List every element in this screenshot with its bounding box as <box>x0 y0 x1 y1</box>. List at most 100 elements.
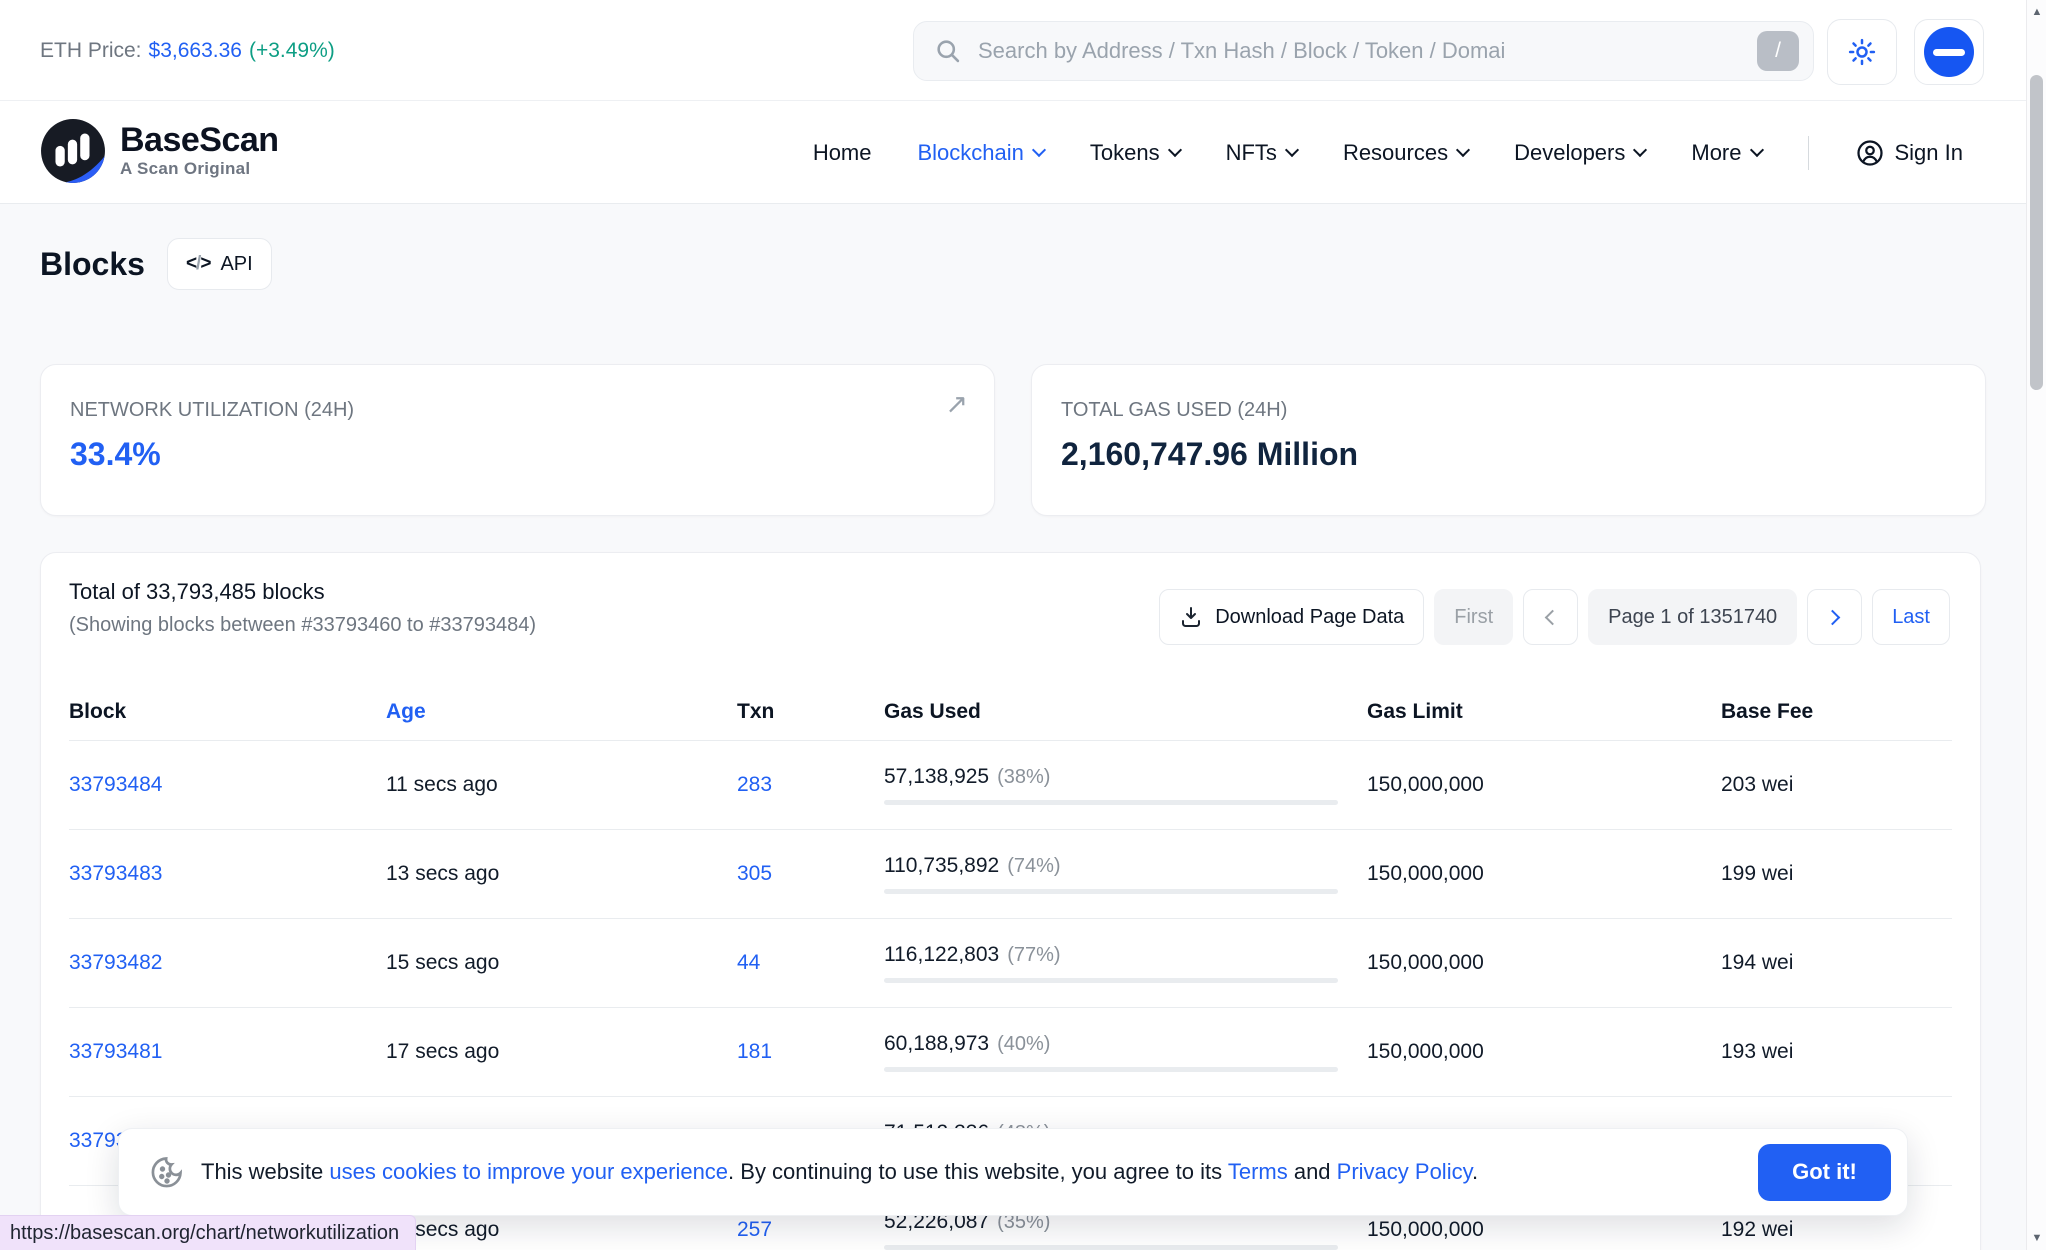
chevron-down-icon <box>1168 143 1182 157</box>
main-nav: BaseScan A Scan Original Home Blockchain… <box>0 101 2046 204</box>
next-page-button[interactable] <box>1807 589 1862 645</box>
base-fee-cell: 194 wei <box>1721 951 1952 975</box>
header-age[interactable]: Age <box>386 700 737 724</box>
gas-limit-cell: 150,000,000 <box>1367 1218 1721 1242</box>
eth-price-value[interactable]: $3,663.36 <box>149 39 242 63</box>
age-cell: 21 secs ago <box>386 1218 737 1242</box>
txn-count-link[interactable]: 181 <box>737 1040 772 1063</box>
base-logo-icon <box>1924 27 1974 77</box>
cookie-consent-banner: This website uses cookies to improve you… <box>118 1128 1908 1216</box>
gas-used-cell: 52,226,087(35%) <box>884 1210 1367 1250</box>
stat-label: NETWORK UTILIZATION (24H) <box>70 399 966 422</box>
base-fee-cell: 203 wei <box>1721 773 1952 797</box>
cookies-info-link[interactable]: uses cookies to improve your experience <box>329 1159 728 1184</box>
download-icon <box>1179 605 1203 629</box>
header-txn: Txn <box>737 700 884 724</box>
age-cell: 17 secs ago <box>386 1040 737 1064</box>
chevron-right-icon <box>1825 609 1841 625</box>
nav-item-home[interactable]: Home <box>813 140 872 166</box>
table-row: 33793483 13 secs ago 305 110,735,892(74%… <box>69 830 1952 919</box>
last-page-button[interactable]: Last <box>1872 589 1950 645</box>
block-link[interactable]: 33793481 <box>69 1040 162 1063</box>
vertical-scrollbar[interactable]: ▲ ▼ <box>2026 0 2046 1250</box>
nav-item-tokens[interactable]: Tokens <box>1090 140 1180 166</box>
pagination-controls: Download Page Data First Page 1 of 13517… <box>1159 589 1950 645</box>
block-link[interactable]: 33793482 <box>69 951 162 974</box>
gas-used-bar <box>884 889 1338 894</box>
nav-divider <box>1808 136 1809 170</box>
gas-used-cell: 116,122,803(77%) <box>884 943 1367 983</box>
table-header-row: Block Age Txn Gas Used Gas Limit Base Fe… <box>69 683 1952 741</box>
chevron-left-icon <box>1545 609 1561 625</box>
block-link[interactable]: 33793483 <box>69 862 162 885</box>
gas-used-cell: 60,188,973(40%) <box>884 1032 1367 1072</box>
nav-items: Home Blockchain Tokens NFTs Resources De… <box>813 101 1963 204</box>
base-fee-cell: 192 wei <box>1721 1218 1952 1242</box>
scrollbar-up-arrow[interactable]: ▲ <box>2027 2 2046 22</box>
age-cell: 11 secs ago <box>386 773 737 797</box>
top-bar: ETH Price: $3,663.36 (+3.49%) / <box>0 0 2046 101</box>
privacy-policy-link[interactable]: Privacy Policy <box>1337 1159 1472 1184</box>
gas-limit-cell: 150,000,000 <box>1367 773 1721 797</box>
first-page-button[interactable]: First <box>1434 589 1513 645</box>
eth-price-label: ETH Price: <box>40 39 142 63</box>
sign-in-button[interactable]: Sign In <box>1855 138 1964 168</box>
nav-item-resources[interactable]: Resources <box>1343 140 1468 166</box>
slash-shortcut-key: / <box>1757 31 1799 71</box>
api-button[interactable]: </> API <box>167 238 272 290</box>
gas-limit-cell: 150,000,000 <box>1367 862 1721 886</box>
base-fee-cell: 199 wei <box>1721 862 1952 886</box>
header-gas-used: Gas Used <box>884 700 1367 724</box>
txn-count-link[interactable]: 283 <box>737 773 772 796</box>
brand-tagline: A Scan Original <box>120 159 279 179</box>
base-account-button[interactable] <box>1914 19 1984 85</box>
nav-item-nfts[interactable]: NFTs <box>1226 140 1297 166</box>
terms-link[interactable]: Terms <box>1228 1159 1288 1184</box>
base-fee-cell: 193 wei <box>1721 1040 1952 1064</box>
header-gas-limit: Gas Limit <box>1367 700 1721 724</box>
nav-item-developers[interactable]: Developers <box>1514 140 1645 166</box>
main-content: Blocks </> API NETWORK UTILIZATION (24H)… <box>0 204 2046 1250</box>
age-cell: 13 secs ago <box>386 862 737 886</box>
header-block: Block <box>69 700 386 724</box>
block-link[interactable]: 33793484 <box>69 773 162 796</box>
chevron-down-icon <box>1456 143 1470 157</box>
sun-icon <box>1847 37 1877 67</box>
txn-count-link[interactable]: 305 <box>737 862 772 885</box>
txn-count-link[interactable]: 44 <box>737 951 760 974</box>
gas-used-bar <box>884 800 1338 805</box>
page-indicator: Page 1 of 1351740 <box>1588 589 1797 645</box>
eth-price-change: (+3.49%) <box>249 39 335 63</box>
scrollbar-thumb[interactable] <box>2030 75 2043 390</box>
cookie-icon <box>149 1154 185 1190</box>
external-link-arrow-icon[interactable]: ↗ <box>945 391 968 418</box>
chevron-down-icon <box>1749 143 1763 157</box>
theme-toggle-button[interactable] <box>1827 19 1897 85</box>
got-it-button[interactable]: Got it! <box>1758 1144 1891 1201</box>
header-base-fee: Base Fee <box>1721 700 1952 724</box>
nav-item-more[interactable]: More <box>1691 140 1761 166</box>
gas-used-bar <box>884 978 1338 983</box>
gas-used-bar <box>884 1245 1338 1250</box>
txn-count-link[interactable]: 257 <box>737 1218 772 1241</box>
code-icon: </> <box>186 253 211 275</box>
brand-logo[interactable]: BaseScan A Scan Original <box>40 118 279 184</box>
scrollbar-down-arrow[interactable]: ▼ <box>2027 1228 2046 1248</box>
search-bar[interactable]: / <box>913 21 1814 81</box>
network-utilization-card: NETWORK UTILIZATION (24H) 33.4% ↗ <box>40 364 995 516</box>
gas-used-cell: 57,138,925(38%) <box>884 765 1367 805</box>
total-gas-used-card: TOTAL GAS USED (24H) 2,160,747.96 Millio… <box>1031 364 1986 516</box>
gas-used-bar <box>884 1067 1338 1072</box>
eth-price: ETH Price: $3,663.36 (+3.49%) <box>40 0 335 101</box>
gas-limit-cell: 150,000,000 <box>1367 1040 1721 1064</box>
nav-item-blockchain[interactable]: Blockchain <box>918 140 1044 166</box>
basescan-logo-icon <box>40 118 106 184</box>
gas-limit-cell: 150,000,000 <box>1367 951 1721 975</box>
search-icon <box>934 37 962 65</box>
search-input[interactable] <box>978 38 1757 64</box>
user-icon <box>1855 138 1885 168</box>
previous-page-button[interactable] <box>1523 589 1578 645</box>
table-row: 33793482 15 secs ago 44 116,122,803(77%)… <box>69 919 1952 1008</box>
chevron-down-icon <box>1633 143 1647 157</box>
download-page-data-button[interactable]: Download Page Data <box>1159 589 1424 645</box>
